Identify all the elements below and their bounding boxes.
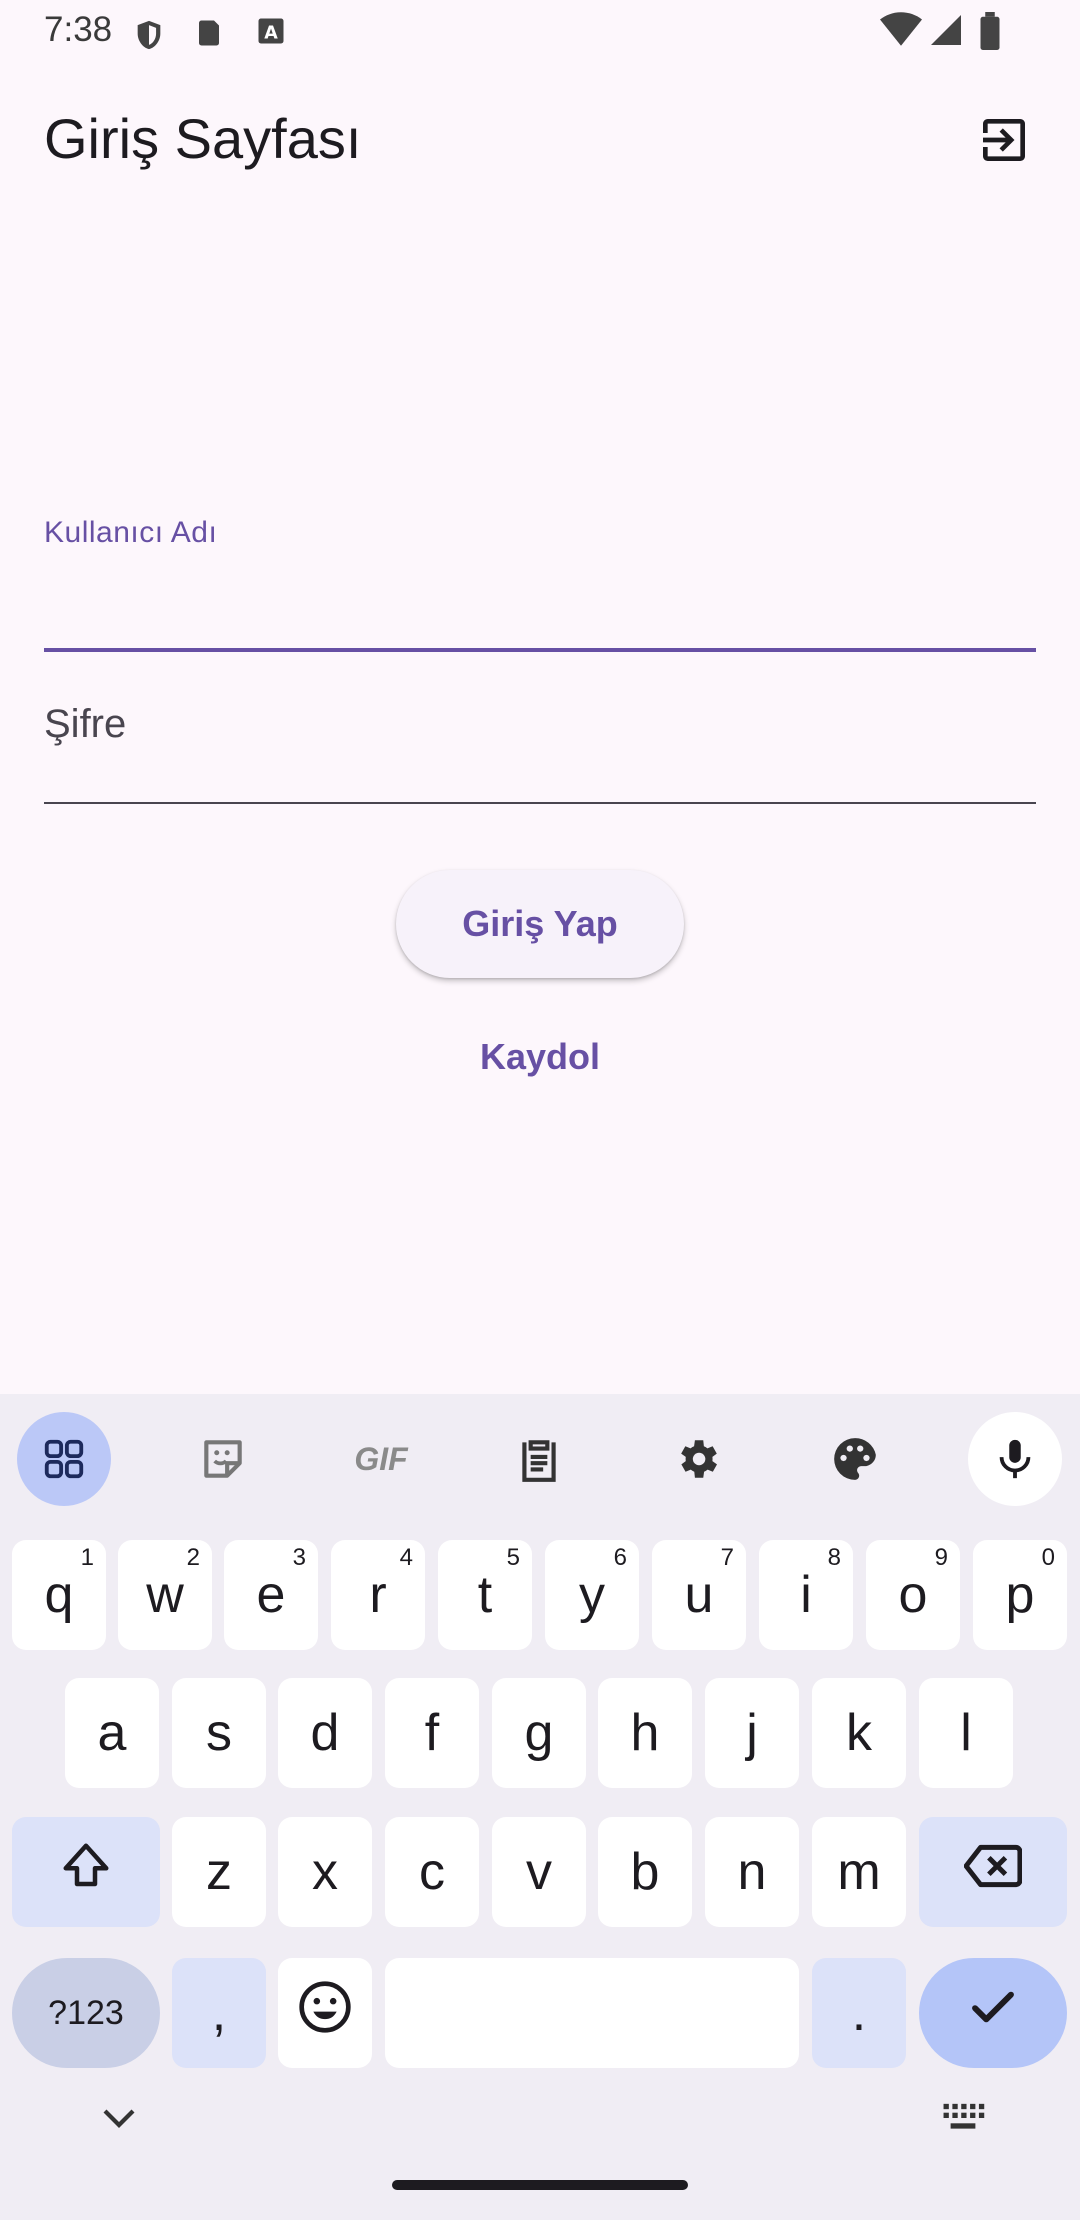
username-label: Kullanıcı Adı [44,516,218,549]
settings-icon[interactable] [650,1412,744,1506]
key-k[interactable]: k [812,1678,906,1788]
key-t[interactable]: t5 [438,1540,532,1650]
sticker-icon[interactable] [176,1412,270,1506]
comma-key[interactable]: , [172,1958,266,2068]
key-s[interactable]: s [172,1678,266,1788]
key-l[interactable]: l [919,1678,1013,1788]
password-underline [44,802,1036,804]
emoji-key[interactable] [278,1958,372,2068]
sd-card-icon [194,16,224,55]
key-e[interactable]: e3 [224,1540,318,1650]
battery-icon [978,12,1002,55]
register-button[interactable]: Kaydol [440,1020,640,1094]
key-g[interactable]: g [492,1678,586,1788]
key-h[interactable]: h [598,1678,692,1788]
key-f[interactable]: f [385,1678,479,1788]
palette-icon[interactable] [808,1412,902,1506]
checkmark-icon [966,1980,1020,2047]
clipboard-icon[interactable] [492,1412,586,1506]
page-title: Giriş Sayfası [44,107,362,170]
status-bar: 7:38 A [0,0,1080,66]
status-time: 7:38 [44,10,113,49]
emoji-icon [297,1979,353,2048]
password-field[interactable]: Şifre [44,672,1036,804]
wifi-icon [880,12,922,53]
username-underline [44,648,1036,652]
home-indicator[interactable] [392,2180,688,2190]
keyboard-a-icon: A [256,16,286,51]
key-q[interactable]: q1 [12,1540,106,1650]
backspace-key[interactable] [919,1817,1067,1927]
apps-grid-icon[interactable] [17,1412,111,1506]
shift-key[interactable] [12,1817,160,1927]
key-a[interactable]: a [65,1678,159,1788]
signal-icon [928,12,964,53]
hide-keyboard-icon[interactable] [98,2102,140,2139]
space-key[interactable] [385,1958,799,2068]
period-key[interactable]: . [812,1958,906,2068]
key-v[interactable]: v [492,1817,586,1927]
password-placeholder: Şifre [44,702,127,746]
gif-icon[interactable]: GIF [334,1412,428,1506]
logout-button[interactable] [968,106,1040,178]
key-y[interactable]: y6 [545,1540,639,1650]
logout-icon [976,112,1032,173]
key-m[interactable]: m [812,1817,906,1927]
keyboard-switch-icon[interactable] [940,2100,986,2141]
key-d[interactable]: d [278,1678,372,1788]
symbols-key[interactable]: ?123 [12,1958,160,2068]
key-b[interactable]: b [598,1817,692,1927]
key-r[interactable]: r4 [331,1540,425,1650]
key-u[interactable]: u7 [652,1540,746,1650]
shift-icon [59,1839,113,1906]
navigation-bar [0,2080,1080,2220]
key-i[interactable]: i8 [759,1540,853,1650]
key-w[interactable]: w2 [118,1540,212,1650]
app-bar: Giriş Sayfası [0,66,1080,214]
gif-label: GIF [354,1440,408,1477]
key-j[interactable]: j [705,1678,799,1788]
key-x[interactable]: x [278,1817,372,1927]
svg-text:A: A [264,24,278,44]
backspace-icon [963,1842,1023,1903]
login-button[interactable]: Giriş Yap [396,870,684,978]
key-o[interactable]: o9 [866,1540,960,1650]
key-n[interactable]: n [705,1817,799,1927]
keyboard-toolbar: GIF [0,1394,1080,1522]
key-z[interactable]: z [172,1817,266,1927]
enter-key[interactable] [919,1958,1067,2068]
mic-icon[interactable] [968,1412,1062,1506]
shield-icon [132,16,166,59]
key-p[interactable]: p0 [973,1540,1067,1650]
username-field[interactable]: Kullanıcı Adı [44,500,1036,652]
key-c[interactable]: c [385,1817,479,1927]
